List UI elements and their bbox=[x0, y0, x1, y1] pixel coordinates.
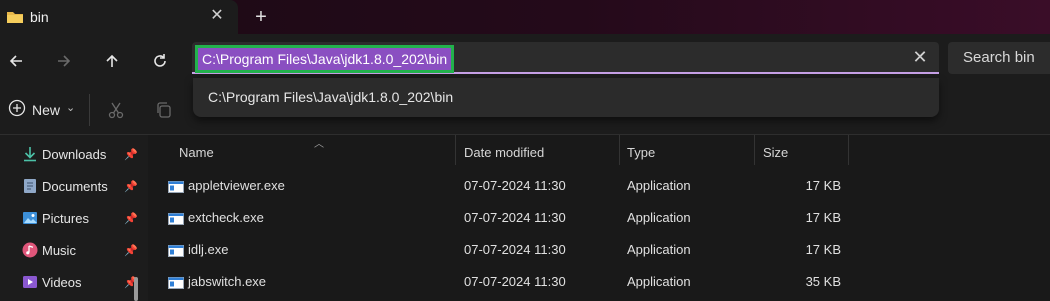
table-row[interactable]: idlj.exe 07-07-2024 11:30 Application 17… bbox=[148, 236, 1050, 266]
download-icon bbox=[22, 146, 38, 162]
file-list: ︿ Name Date modified Type Size appletvie… bbox=[148, 135, 1050, 301]
sidebar-item-pictures[interactable]: Pictures 📌 bbox=[22, 205, 138, 231]
application-icon bbox=[168, 212, 184, 225]
toolbar-divider bbox=[89, 94, 90, 126]
sidebar-scrollbar[interactable] bbox=[134, 277, 138, 301]
pictures-icon bbox=[22, 210, 38, 226]
file-date: 07-07-2024 11:30 bbox=[464, 242, 566, 257]
table-row[interactable]: appletviewer.exe 07-07-2024 11:30 Applic… bbox=[148, 172, 1050, 202]
column-header-size[interactable]: Size bbox=[763, 145, 788, 160]
pin-icon: 📌 bbox=[124, 180, 138, 193]
sidebar-item-label: Documents bbox=[42, 178, 108, 194]
up-arrow-icon[interactable] bbox=[99, 48, 125, 74]
file-date: 07-07-2024 11:30 bbox=[464, 178, 566, 193]
sidebar-item-label: Downloads bbox=[42, 146, 107, 162]
documents-icon bbox=[22, 178, 38, 194]
application-icon bbox=[168, 244, 184, 257]
table-row[interactable]: extcheck.exe 07-07-2024 11:30 Applicatio… bbox=[148, 204, 1050, 234]
pin-icon: 📌 bbox=[124, 244, 138, 257]
file-date: 07-07-2024 11:30 bbox=[464, 210, 566, 225]
new-button-label: New bbox=[32, 102, 61, 118]
column-divider[interactable] bbox=[455, 135, 456, 165]
application-icon bbox=[168, 276, 184, 289]
refresh-icon[interactable] bbox=[147, 48, 173, 74]
column-header-date[interactable]: Date modified bbox=[464, 145, 544, 160]
file-size: 35 KB bbox=[805, 274, 841, 289]
column-divider[interactable] bbox=[848, 135, 849, 165]
column-divider[interactable] bbox=[754, 135, 755, 165]
file-type: Application bbox=[627, 210, 691, 225]
file-size: 17 KB bbox=[805, 178, 841, 193]
tab-bin[interactable]: bin ✕ bbox=[0, 0, 238, 36]
table-row[interactable]: jabswitch.exe 07-07-2024 11:30 Applicati… bbox=[148, 268, 1050, 298]
file-date: 07-07-2024 11:30 bbox=[464, 274, 566, 289]
close-tab-icon[interactable]: ✕ bbox=[208, 6, 226, 26]
column-divider[interactable] bbox=[619, 135, 620, 165]
file-name: extcheck.exe bbox=[188, 210, 264, 225]
suggestion-item[interactable]: C:\Program Files\Java\jdk1.8.0_202\bin bbox=[208, 89, 453, 105]
sidebar-item-label: Videos bbox=[42, 274, 82, 290]
sidebar-item-downloads[interactable]: Downloads 📌 bbox=[22, 141, 138, 167]
file-type: Application bbox=[627, 274, 691, 289]
sidebar-item-label: Pictures bbox=[42, 210, 89, 226]
sidebar-item-documents[interactable]: Documents 📌 bbox=[22, 173, 138, 199]
file-name: appletviewer.exe bbox=[188, 178, 285, 193]
file-name: idlj.exe bbox=[188, 242, 229, 257]
clear-address-icon[interactable]: ✕ bbox=[911, 46, 929, 68]
file-name: jabswitch.exe bbox=[188, 274, 267, 289]
address-suggestions: C:\Program Files\Java\jdk1.8.0_202\bin bbox=[193, 78, 939, 117]
add-circle-icon bbox=[8, 99, 26, 122]
pin-icon: 📌 bbox=[124, 212, 138, 225]
application-icon bbox=[168, 180, 184, 193]
sidebar-item-videos[interactable]: Videos 📌 bbox=[22, 269, 138, 295]
navigation-pane: Downloads 📌 Documents 📌 Pictures 📌 Music… bbox=[0, 135, 145, 301]
column-header-type[interactable]: Type bbox=[627, 145, 655, 160]
address-path-input[interactable]: C:\Program Files\Java\jdk1.8.0_202\bin bbox=[195, 45, 455, 73]
tab-title: bin bbox=[30, 9, 49, 25]
file-type: Application bbox=[627, 178, 691, 193]
pin-icon: 📌 bbox=[124, 148, 138, 161]
chevron-down-icon: ⌄ bbox=[66, 101, 76, 114]
copy-icon[interactable] bbox=[154, 100, 174, 120]
search-input[interactable]: Search bin bbox=[948, 42, 1050, 74]
title-bar: bin ✕ + bbox=[0, 0, 1050, 36]
new-button[interactable]: New ⌄ bbox=[8, 98, 75, 122]
videos-icon bbox=[22, 274, 38, 290]
folder-icon bbox=[6, 9, 24, 30]
sidebar-item-label: Music bbox=[42, 242, 76, 258]
forward-arrow-icon[interactable] bbox=[51, 48, 77, 74]
file-type: Application bbox=[627, 242, 691, 257]
sort-indicator-icon: ︿ bbox=[314, 139, 324, 150]
music-icon bbox=[22, 242, 38, 258]
address-bar[interactable]: C:\Program Files\Java\jdk1.8.0_202\bin ✕ bbox=[192, 42, 939, 74]
file-size: 17 KB bbox=[805, 210, 841, 225]
column-header-name[interactable]: Name bbox=[179, 145, 214, 160]
file-size: 17 KB bbox=[805, 242, 841, 257]
back-arrow-icon[interactable] bbox=[3, 48, 29, 74]
new-tab-button[interactable]: + bbox=[252, 6, 270, 28]
cut-icon[interactable] bbox=[106, 100, 126, 120]
sidebar-item-music[interactable]: Music 📌 bbox=[22, 237, 138, 263]
